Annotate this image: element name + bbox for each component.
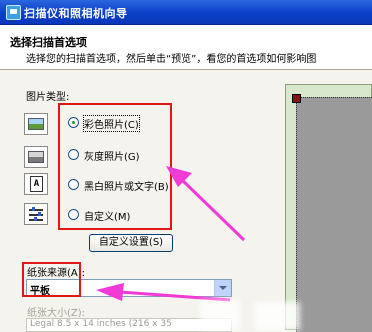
arrow-to-picture-type	[166, 166, 246, 242]
blur-patch	[200, 300, 240, 330]
annotation-arrows	[96, 166, 246, 302]
blur-patch	[255, 302, 300, 330]
arrow-to-paper-source	[96, 283, 231, 302]
